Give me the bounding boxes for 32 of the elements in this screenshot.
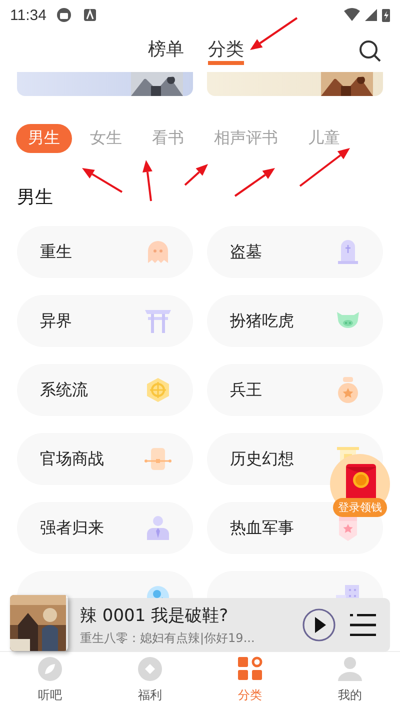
category-card[interactable]: 强者归来 bbox=[17, 502, 193, 554]
category-card[interactable]: 异界 bbox=[17, 295, 193, 347]
category-label: 热血军事 bbox=[230, 518, 294, 538]
category-card[interactable]: 官场商战 bbox=[17, 433, 193, 485]
category-label: 兵王 bbox=[230, 380, 262, 400]
category-card[interactable]: 扮猪吃虎 bbox=[207, 295, 383, 347]
nav-item[interactable]: 我的 bbox=[300, 652, 400, 710]
nav-label: 分类 bbox=[238, 687, 262, 704]
category-label: 异界 bbox=[40, 310, 72, 332]
track-subtitle: 重生八零：媳妇有点辣|你好19... bbox=[80, 630, 256, 646]
category-label: 重生 bbox=[40, 242, 72, 262]
category-card[interactable]: 系统流 bbox=[17, 364, 193, 416]
nav-item[interactable]: 福利 bbox=[100, 652, 200, 710]
category-card[interactable]: 盗墓 bbox=[207, 226, 383, 278]
category-label: 盗墓 bbox=[230, 242, 262, 262]
category-card[interactable]: 兵王 bbox=[207, 364, 383, 416]
nav-label: 我的 bbox=[338, 687, 362, 704]
category-label: 官场商战 bbox=[40, 448, 104, 470]
tab[interactable]: 分类 bbox=[208, 37, 244, 65]
status-time: 11:34 bbox=[10, 6, 46, 24]
nav-label: 听吧 bbox=[38, 687, 62, 704]
nav-label: 福利 bbox=[138, 687, 162, 704]
track-title: 辣 0001 我是破鞋? bbox=[80, 604, 230, 626]
category-label: 强者归来 bbox=[40, 518, 104, 538]
category-label: 扮猪吃虎 bbox=[230, 310, 294, 332]
nav-item[interactable]: 听吧 bbox=[0, 652, 100, 710]
category-label: 系统流 bbox=[40, 380, 88, 400]
tab[interactable]: 榜单 bbox=[148, 37, 184, 65]
section-title: 男生 bbox=[17, 186, 53, 210]
mini-player[interactable]: 辣 0001 我是破鞋? 重生八零：媳妇有点辣|你好19... bbox=[10, 598, 390, 652]
category-label: 历史幻想 bbox=[230, 448, 294, 470]
category-card[interactable]: 重生 bbox=[17, 226, 193, 278]
